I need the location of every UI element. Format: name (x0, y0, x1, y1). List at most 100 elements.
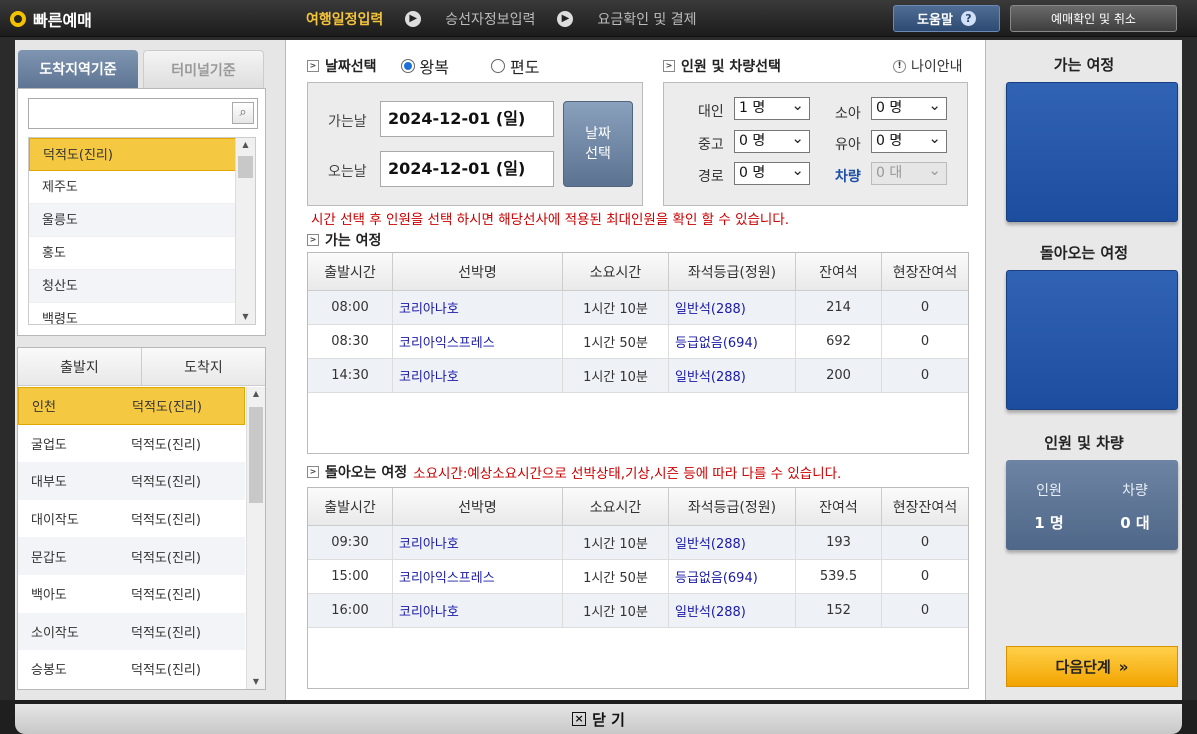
summary-outbound-panel (1006, 82, 1178, 222)
age-info-link[interactable]: ! 나이안내 (893, 56, 963, 76)
outbound-table: 출발시간 선박명 소요시간 좌석등급(정원) 잔여석 현장잔여석 08:00 코… (307, 252, 969, 454)
scroll-down-icon[interactable]: ▼ (236, 310, 255, 324)
outbound-title-text: 가는 여정 (325, 230, 381, 250)
return-date-label: 오는날 (328, 161, 367, 181)
region-item[interactable]: 제주도 (29, 171, 255, 204)
return-date-field[interactable]: 2024-12-01 (일) (380, 151, 554, 187)
cell-onsite: 0 (882, 526, 968, 559)
question-icon: ? (961, 11, 976, 26)
section-arrow-icon: > (307, 466, 319, 478)
close-button[interactable]: × 닫 기 (15, 704, 1182, 734)
cell-ship[interactable]: 코리아익스프레스 (393, 325, 563, 358)
cell-remaining: 152 (796, 594, 882, 627)
search-icon[interactable]: ⌕ (232, 102, 254, 124)
route-from: 소이작도 (18, 622, 131, 641)
summary-pax-col: 인원 1 명 (1006, 460, 1092, 550)
tab-arrival-region[interactable]: 도착지역기준 (18, 50, 138, 88)
route-row[interactable]: 인천덕적도(진리) (18, 387, 245, 425)
table-row[interactable]: 14:30 코리아나호 1시간 10분 일반석(288) 200 0 (308, 359, 968, 393)
date-select-button[interactable]: 날짜 선택 (563, 101, 633, 187)
region-item[interactable]: 덕적도(진리) (29, 138, 255, 171)
col-remaining: 잔여석 (796, 488, 882, 525)
route-row[interactable]: 굴업도덕적도(진리) (18, 425, 245, 463)
teen-select[interactable]: 0 명 (734, 130, 810, 153)
help-button[interactable]: 도움말 ? (893, 5, 1000, 32)
step-arrow-icon: ▶ (405, 11, 421, 27)
summary-return-title: 돌아오는 여정 (986, 242, 1182, 263)
scroll-up-icon[interactable]: ▲ (236, 138, 255, 152)
summary-panel: 가는 여정 돌아오는 여정 인원 및 차량 인원 1 명 차량 0 대 다음단계… (986, 40, 1182, 700)
cell-onsite: 0 (882, 291, 968, 324)
cell-ship[interactable]: 코리아나호 (393, 291, 563, 324)
route-row[interactable]: 대부도덕적도(진리) (18, 462, 245, 500)
table-row[interactable]: 15:00 코리아익스프레스 1시간 50분 등급없음(694) 539.5 0 (308, 560, 968, 594)
cell-time: 09:30 (308, 526, 393, 559)
cell-seat-class[interactable]: 일반석(288) (669, 594, 796, 627)
col-ship: 선박명 (393, 253, 563, 290)
booking-check-cancel-button[interactable]: 예매확인 및 취소 (1010, 5, 1177, 32)
route-row[interactable]: 문갑도덕적도(진리) (18, 537, 245, 575)
adult-select[interactable]: 1 명 (734, 97, 810, 120)
inbound-title-text: 돌아오는 여정 (325, 462, 407, 482)
route-row[interactable]: 백아도덕적도(진리) (18, 575, 245, 613)
region-item[interactable]: 울릉도 (29, 204, 255, 237)
region-item[interactable]: 홍도 (29, 237, 255, 270)
cell-ship[interactable]: 코리아나호 (393, 359, 563, 392)
radio-roundtrip[interactable]: 왕복 (401, 54, 449, 78)
table-row[interactable]: 16:00 코리아나호 1시간 10분 일반석(288) 152 0 (308, 594, 968, 628)
step-3: 요금확인 및 결제 (597, 9, 696, 29)
scroll-thumb[interactable] (249, 407, 263, 503)
cell-seat-class[interactable]: 일반석(288) (669, 359, 796, 392)
route-to: 덕적도(진리) (132, 396, 202, 415)
next-step-button[interactable]: 다음단계 » (1006, 646, 1178, 687)
radio-oneway[interactable]: 편도 (491, 54, 539, 78)
route-row[interactable]: 소이작도덕적도(진리) (18, 613, 245, 651)
adult-label: 대인 (698, 101, 724, 121)
table-row[interactable]: 08:00 코리아나호 1시간 10분 일반석(288) 214 0 (308, 291, 968, 325)
region-item[interactable]: 백령도 (29, 303, 255, 325)
cell-seat-class[interactable]: 일반석(288) (669, 291, 796, 324)
cell-ship[interactable]: 코리아익스프레스 (393, 560, 563, 593)
teen-label: 중고 (698, 134, 724, 154)
tab-terminal[interactable]: 터미널기준 (143, 50, 264, 88)
left-panel: 도착지역기준 터미널기준 ⌕ 덕적도(진리) 제주도 울릉도 홍도 청산도 백령… (15, 40, 285, 700)
scroll-up-icon[interactable]: ▲ (247, 387, 265, 401)
table-row[interactable]: 09:30 코리아나호 1시간 10분 일반석(288) 193 0 (308, 526, 968, 560)
route-to: 덕적도(진리) (131, 434, 201, 453)
route-to: 덕적도(진리) (131, 547, 201, 566)
route-row[interactable]: 대이작도덕적도(진리) (18, 500, 245, 538)
close-icon: × (572, 712, 586, 726)
route-scrollbar[interactable]: ▲ ▼ (246, 387, 265, 689)
infant-select[interactable]: 0 명 (871, 130, 947, 153)
route-row[interactable]: 승봉도덕적도(진리) (18, 650, 245, 688)
scroll-thumb[interactable] (238, 156, 253, 178)
cell-time: 08:30 (308, 325, 393, 358)
date-box: 가는날 2024-12-01 (일) 오는날 2024-12-01 (일) 날짜… (307, 82, 643, 206)
col-ship: 선박명 (393, 488, 563, 525)
cell-ship[interactable]: 코리아나호 (393, 594, 563, 627)
max-pax-notice: 시간 선택 후 인원을 선택 하시면 해당선사에 적용된 최대인원을 확인 할 … (311, 208, 789, 228)
region-search-input[interactable]: ⌕ (28, 98, 258, 129)
cell-time: 08:00 (308, 291, 393, 324)
next-step-label: 다음단계 (1056, 656, 1111, 677)
cell-seat-class[interactable]: 일반석(288) (669, 526, 796, 559)
cell-seat-class[interactable]: 등급없음(694) (669, 560, 796, 593)
vehicle-select: 0 대 (871, 162, 947, 185)
route-from: 굴업도 (18, 434, 131, 453)
section-arrow-icon: > (663, 60, 675, 72)
age-info-label: 나이안내 (911, 56, 963, 76)
senior-select[interactable]: 0 명 (734, 162, 810, 185)
table-row[interactable]: 08:30 코리아익스프레스 1시간 50분 등급없음(694) 692 0 (308, 325, 968, 359)
depart-date-field[interactable]: 2024-12-01 (일) (380, 101, 554, 137)
cell-seat-class[interactable]: 등급없음(694) (669, 325, 796, 358)
child-select[interactable]: 0 명 (871, 97, 947, 120)
route-header-from: 출발지 (18, 348, 142, 385)
inbound-section-title: > 돌아오는 여정 소요시간:예상소요시간으로 선박상태,기상,시즌 등에 따라… (307, 462, 841, 482)
scroll-down-icon[interactable]: ▼ (247, 675, 265, 689)
region-scrollbar[interactable]: ▲ ▼ (235, 138, 255, 324)
cell-remaining: 214 (796, 291, 882, 324)
cell-ship[interactable]: 코리아나호 (393, 526, 563, 559)
route-to: 덕적도(진리) (131, 509, 201, 528)
region-item[interactable]: 청산도 (29, 270, 255, 303)
date-button-line1: 날짜 (564, 124, 632, 144)
